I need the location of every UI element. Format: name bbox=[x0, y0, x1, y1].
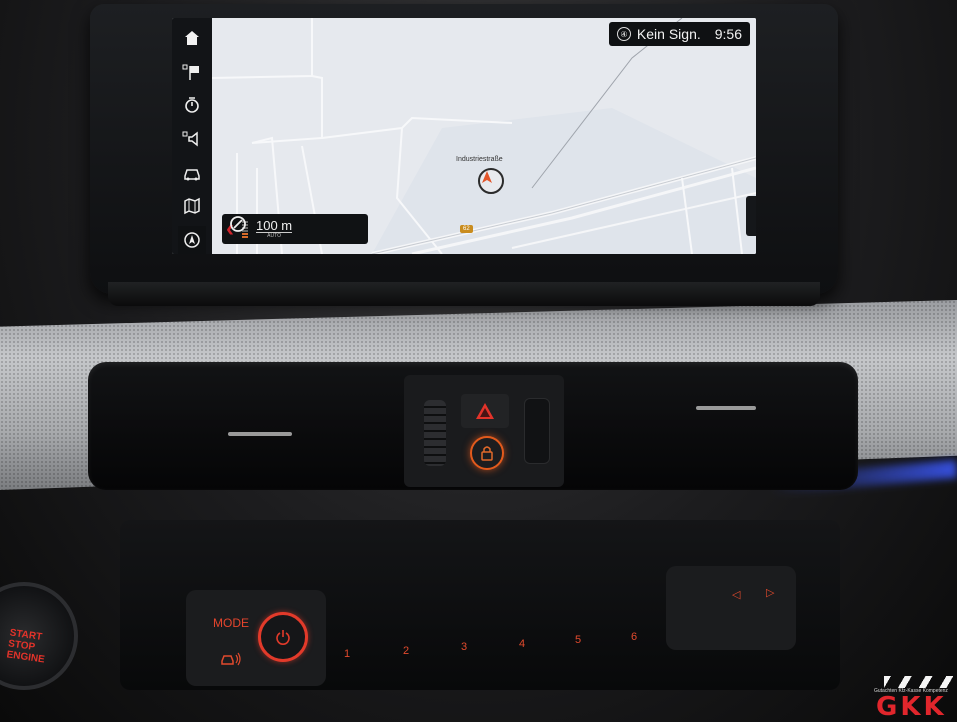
power-icon bbox=[276, 630, 290, 645]
preset-button-3[interactable]: 3 bbox=[461, 641, 467, 653]
home-icon[interactable] bbox=[178, 24, 206, 52]
watermark-stripes bbox=[884, 676, 956, 688]
nav-sidebar bbox=[172, 18, 212, 254]
car-dashboard-photo: ④ Kein Sign. 9:56 Industriestraße 62 ‹ 1… bbox=[0, 0, 957, 722]
central-lock-button[interactable] bbox=[470, 436, 504, 470]
scale-value: 100 m bbox=[256, 218, 293, 233]
seek-button-block bbox=[666, 566, 796, 650]
vehicle-position-icon bbox=[478, 168, 504, 194]
destination-flag-icon[interactable] bbox=[178, 58, 206, 86]
map-icon[interactable] bbox=[178, 193, 206, 221]
car-traffic-icon[interactable] bbox=[178, 159, 206, 187]
map-scale-control[interactable]: ‹ 100 m AUTO bbox=[222, 214, 368, 244]
street-label: Industriestraße bbox=[456, 156, 503, 163]
hazard-button[interactable] bbox=[461, 394, 509, 428]
navigation-screen: ④ Kein Sign. 9:56 Industriestraße 62 ‹ 1… bbox=[172, 18, 756, 254]
preset-button-6[interactable]: 6 bbox=[631, 631, 637, 643]
vent-thumbwheel-right[interactable] bbox=[524, 398, 550, 464]
map-orientation-icon[interactable] bbox=[228, 214, 248, 234]
traffic-info-icon[interactable] bbox=[220, 652, 242, 666]
signal-text: Kein Sign. bbox=[636, 26, 701, 42]
scale-readout: 100 m AUTO bbox=[256, 218, 293, 239]
watermark-logo: GKK bbox=[876, 692, 947, 722]
volume-knob[interactable] bbox=[258, 612, 308, 662]
seek-forward-icon[interactable]: ▷ bbox=[766, 586, 774, 599]
map-side-tab[interactable] bbox=[746, 196, 756, 236]
signal-status-bar: ④ Kein Sign. 9:56 bbox=[608, 22, 750, 46]
seek-back-icon[interactable]: ◁ bbox=[732, 588, 740, 601]
map-view[interactable]: ④ Kein Sign. 9:56 Industriestraße 62 ‹ 1… bbox=[212, 18, 756, 254]
left-vent-slat[interactable] bbox=[228, 432, 292, 436]
vent-thumbwheel-left[interactable] bbox=[424, 400, 446, 466]
right-vent-slat[interactable] bbox=[696, 406, 756, 410]
mode-button[interactable]: MODE bbox=[213, 616, 249, 630]
scale-mode: AUTO bbox=[256, 232, 293, 239]
road-number-badge: 62 bbox=[460, 225, 473, 233]
navigation-icon[interactable] bbox=[178, 226, 206, 254]
display-housing-base bbox=[108, 282, 820, 306]
clock-time: 9:56 bbox=[714, 26, 742, 42]
timer-icon[interactable] bbox=[178, 91, 206, 119]
preset-button-4[interactable]: 4 bbox=[519, 638, 525, 650]
start-stop-label: START STOP ENGINE bbox=[6, 627, 49, 665]
hazard-triangle-icon bbox=[476, 403, 494, 419]
audio-icon[interactable] bbox=[178, 125, 206, 153]
preset-button-5[interactable]: 5 bbox=[575, 634, 581, 646]
signal-icon: ④ bbox=[616, 27, 631, 41]
preset-button-1[interactable]: 1 bbox=[344, 648, 350, 660]
lock-icon bbox=[481, 446, 493, 461]
preset-button-2[interactable]: 2 bbox=[403, 645, 409, 657]
